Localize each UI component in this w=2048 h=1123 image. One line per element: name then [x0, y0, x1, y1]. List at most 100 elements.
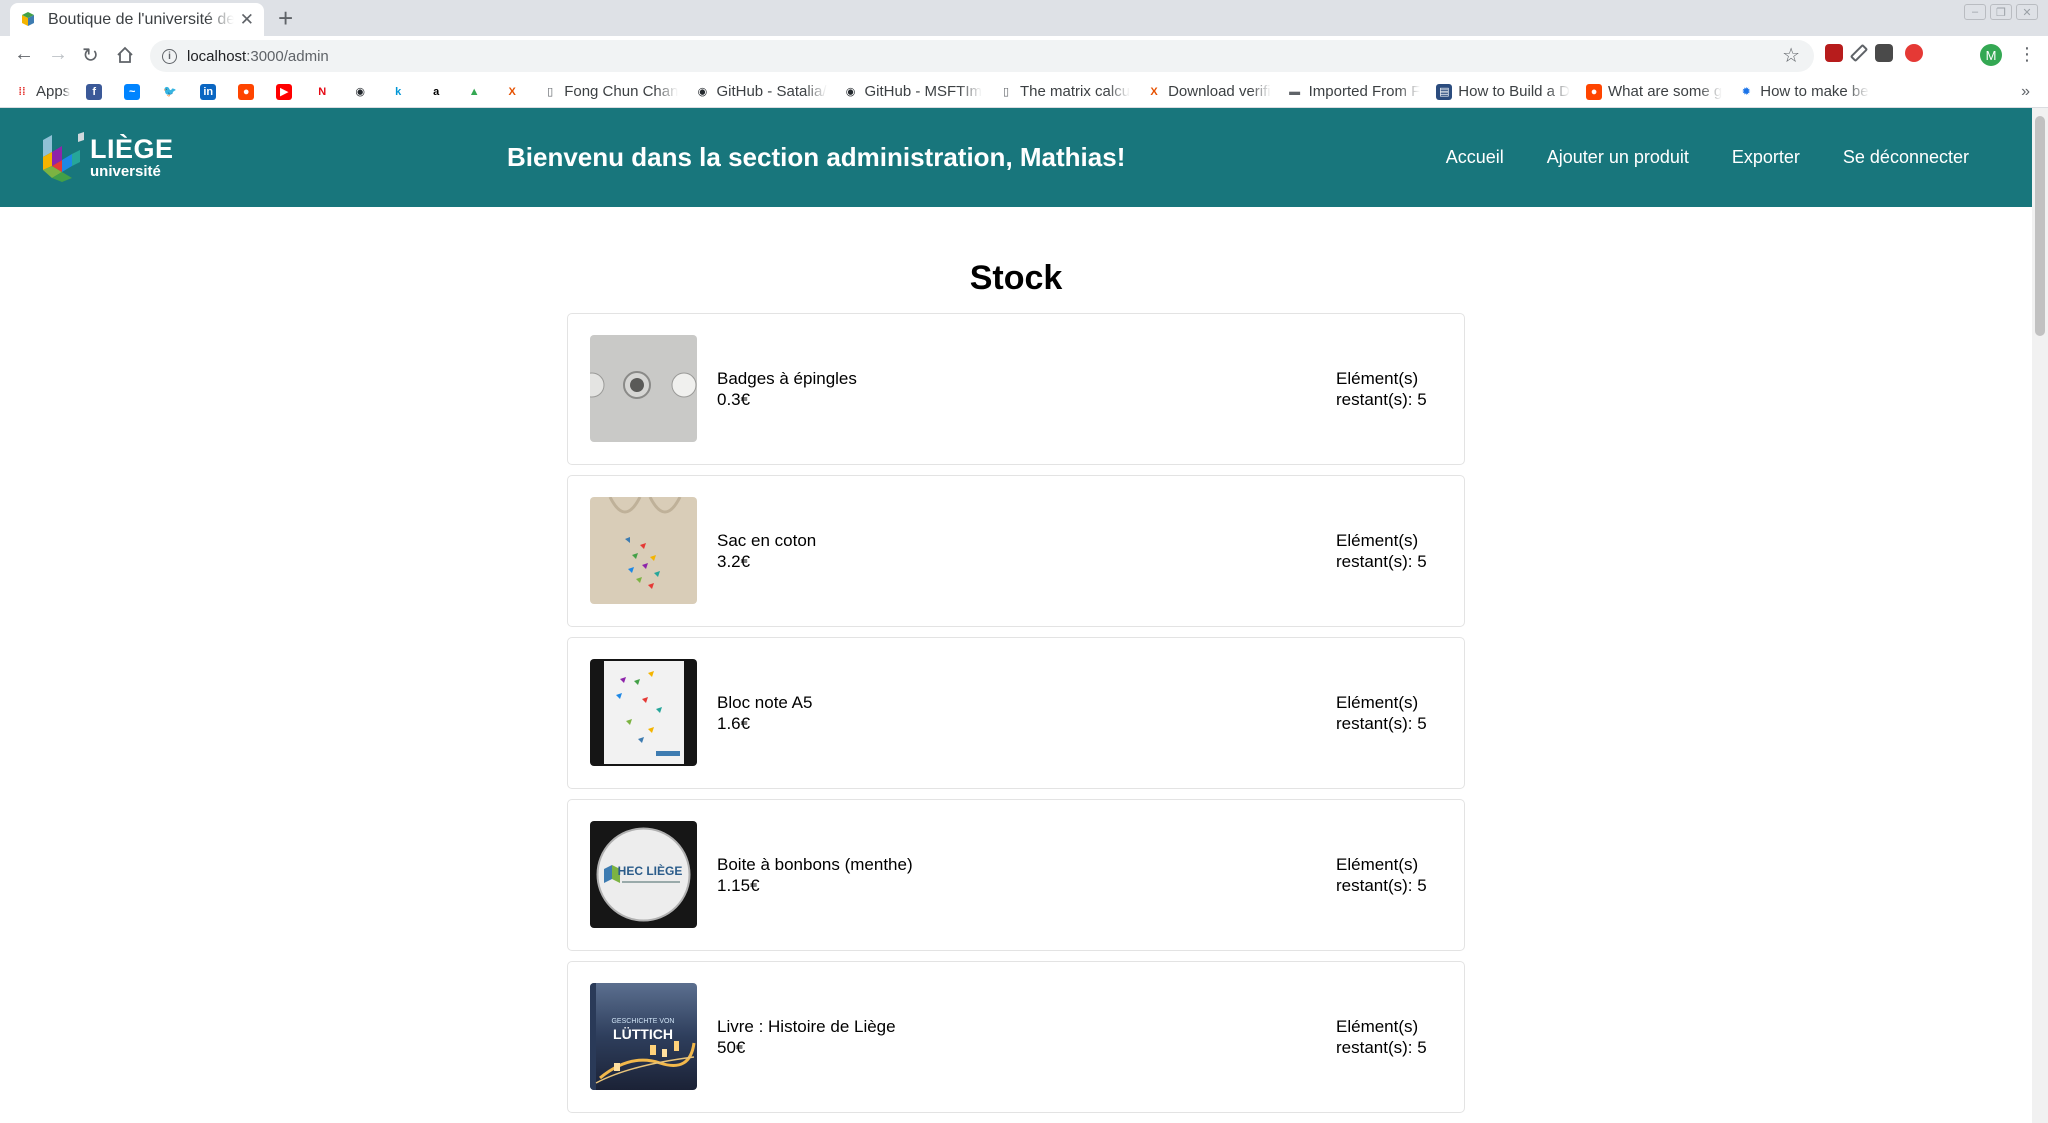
stock-count: restant(s): 5	[1336, 714, 1427, 733]
ublock-icon[interactable]	[1825, 44, 1843, 62]
nav-add-product-link[interactable]: Ajouter un produit	[1547, 147, 1689, 168]
uliege-logo[interactable]: LIÈGE université	[40, 132, 174, 182]
bookmark-item[interactable]: ✹ How to make be	[1738, 83, 1869, 100]
facebook-icon: f	[86, 83, 103, 100]
bookmark-item[interactable]: 🐦	[162, 83, 184, 100]
nav-export-link[interactable]: Exporter	[1732, 147, 1800, 168]
bookmark-item[interactable]: ▲	[466, 83, 488, 100]
product-price: 1.6€	[717, 714, 751, 733]
reload-icon[interactable]: ↻	[82, 43, 99, 68]
bookmark-item[interactable]: ▯ The matrix calcu	[998, 83, 1130, 100]
bookmark-item[interactable]: ▬ Imported From F	[1286, 83, 1420, 100]
home-icon[interactable]	[116, 46, 134, 64]
mint-box-label: HEC LIÈGE	[618, 863, 683, 878]
bookmarks-overflow-icon[interactable]: »	[2021, 83, 2030, 101]
drive-icon: ▲	[466, 83, 483, 100]
bookmark-item[interactable]: ~	[124, 83, 146, 100]
product-price: 1.15€	[717, 876, 760, 895]
nav-home-link[interactable]: Accueil	[1446, 147, 1504, 168]
bookmark-item[interactable]: X Download verifi	[1146, 83, 1271, 100]
youtube-icon: ▶	[276, 83, 293, 100]
close-window-button[interactable]: ✕	[2016, 4, 2038, 20]
bookmark-item[interactable]: ▤ How to Build a D	[1436, 83, 1570, 100]
product-price: 3.2€	[717, 552, 751, 571]
gear-icon: ✹	[1738, 83, 1755, 100]
bookmark-item[interactable]: f	[86, 83, 108, 100]
product-stock: Elément(s) restant(s): 5	[1336, 368, 1427, 410]
product-info: Livre : Histoire de Liège 50€	[717, 1016, 896, 1058]
bookmark-item[interactable]: X	[504, 83, 526, 100]
pocket-icon[interactable]	[1875, 44, 1893, 62]
bookmark-icon: ▤	[1436, 83, 1453, 100]
new-tab-button[interactable]: +	[278, 4, 293, 32]
address-bar[interactable]: i localhost:3000/admin ☆	[150, 40, 1814, 72]
shield-icon[interactable]	[1905, 44, 1923, 62]
scrollbar-thumb[interactable]	[2035, 116, 2045, 336]
amazon-icon: a	[428, 83, 445, 100]
product-info: Boite à bonbons (menthe) 1.15€	[717, 854, 913, 896]
stock-label: Elément(s)	[1336, 693, 1419, 712]
browser-tab[interactable]: Boutique de l'université de Liège ✕	[10, 3, 264, 36]
tab-title: Boutique de l'université de Liège	[47, 10, 234, 28]
product-card[interactable]: Sac en coton 3.2€ Elément(s) restant(s):…	[567, 475, 1465, 627]
bookmark-item[interactable]: ▶	[276, 83, 298, 100]
main-nav: Accueil Ajouter un produit Exporter Se d…	[1446, 147, 1969, 168]
product-name: Bloc note A5	[717, 693, 813, 712]
product-info: Bloc note A5 1.6€	[717, 692, 812, 734]
minimize-button[interactable]: –	[1964, 4, 1986, 20]
page-title: Stock	[969, 259, 1063, 297]
stock-label: Elément(s)	[1336, 1017, 1419, 1036]
bookmark-item[interactable]: k	[390, 83, 412, 100]
bookmark-item[interactable]: in	[200, 83, 222, 100]
bookmark-item[interactable]: ● What are some g	[1586, 83, 1722, 100]
eyedropper-icon[interactable]	[1849, 43, 1869, 63]
product-price: 50€	[717, 1038, 746, 1057]
bookmark-label: The matrix calcu	[1020, 83, 1131, 100]
welcome-heading: Bienvenu dans la section administration,…	[507, 142, 1126, 172]
product-card[interactable]: Bloc note A5 1.6€ Elément(s) restant(s):…	[567, 637, 1465, 789]
bookmark-item[interactable]: a	[428, 83, 450, 100]
product-image-badges	[590, 335, 697, 442]
bookmark-star-icon[interactable]: ☆	[1782, 43, 1800, 68]
stock-count: restant(s): 5	[1336, 390, 1427, 409]
info-icon[interactable]: i	[162, 48, 177, 64]
product-name: Livre : Histoire de Liège	[717, 1017, 896, 1036]
back-icon[interactable]: ←	[14, 43, 34, 66]
bookmark-label: What are some g	[1608, 83, 1723, 100]
page-scrollbar[interactable]	[2032, 108, 2048, 1123]
bookmark-item[interactable]: ◉ GitHub - Satalia/	[694, 83, 827, 100]
bookmark-item[interactable]: N	[314, 83, 336, 100]
bookmark-label: Download verifi	[1168, 83, 1271, 100]
product-price: 0.3€	[717, 390, 751, 409]
product-card[interactable]: Badges à épingles 0.3€ Elément(s) restan…	[567, 313, 1465, 465]
product-image-mint-box: HEC LIÈGE	[590, 821, 697, 928]
x-icon: X	[504, 83, 521, 100]
uliege-logo-icon	[43, 132, 84, 182]
bookmark-item[interactable]: ◉ GitHub - MSFTIm	[842, 83, 982, 100]
profile-avatar[interactable]: M	[1980, 44, 2002, 66]
bookmark-label: How to make be	[1760, 83, 1869, 100]
stock-label: Elément(s)	[1336, 369, 1419, 388]
linkedin-icon: in	[200, 83, 217, 100]
logo-main-text: LIÈGE	[90, 133, 174, 164]
forward-icon[interactable]: →	[48, 43, 68, 66]
bookmark-item[interactable]: ⁞⁞ Apps	[14, 83, 70, 100]
product-card[interactable]: GESCHICHTE VON LÜTTICH Livre : Histoire …	[567, 961, 1465, 1113]
bookmark-label: How to Build a D	[1458, 83, 1571, 100]
bookmark-item[interactable]: ●	[238, 83, 260, 100]
uliege-favicon-icon	[21, 11, 34, 26]
extensions-area	[1825, 43, 1923, 63]
github-icon: ◉	[694, 83, 711, 100]
product-card[interactable]: HEC LIÈGE Boite à bonbons (menthe) 1.15€…	[567, 799, 1465, 951]
bookmark-item[interactable]: ◉	[352, 83, 374, 100]
bookmark-item[interactable]: ▯ Fong Chun Chan	[542, 83, 678, 100]
page-icon: ▯	[998, 83, 1015, 100]
bookmarks-bar: ⁞⁞ Apps f ~ 🐦 in ● ▶ N ◉ k a ▲ X ▯ Fong Chun Chan ◉ GitHu…	[0, 76, 2048, 108]
tab-close-icon[interactable]: ✕	[240, 10, 254, 30]
menu-dots-icon[interactable]: ⋮	[2018, 44, 2036, 65]
nav-logout-link[interactable]: Se déconnecter	[1843, 147, 1969, 168]
product-name: Badges à épingles	[717, 369, 857, 388]
logo-sub-text: université	[90, 162, 161, 180]
netflix-icon: N	[314, 83, 331, 100]
maximize-button[interactable]: ❐	[1990, 4, 2012, 20]
